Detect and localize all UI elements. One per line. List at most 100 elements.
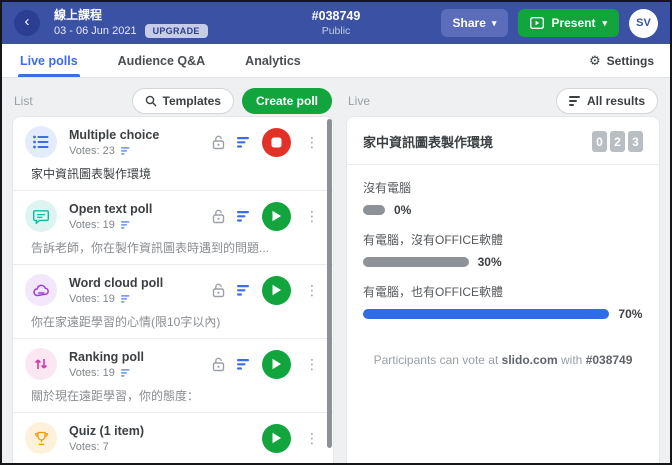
start-poll-button[interactable] [262, 423, 291, 453]
app-window: ‹ 線上課程 03 - 06 Jun 2021 UPGRADE #038749 … [0, 0, 672, 465]
more-options-icon[interactable]: ⋮ [303, 431, 321, 445]
back-chevron-icon: ‹ [24, 13, 30, 30]
poll-votes-label: Votes: 19 [69, 366, 115, 379]
vote-code: #038749 [585, 353, 633, 367]
poll-list-item[interactable]: Ranking poll Votes: 19 ⋮ 關於現在遠距學習，你的態度： [13, 339, 333, 413]
votes-chart-icon [120, 220, 130, 229]
poll-list-item[interactable]: Word cloud poll Votes: 19 ⋮ 你在家遠距學習的心情(限… [13, 265, 333, 339]
votes-chart-icon [120, 368, 130, 377]
option-label: 有電腦，也有OFFICE軟體 [363, 285, 503, 299]
more-options-icon[interactable]: ⋮ [303, 135, 321, 149]
event-code: #038749 [311, 9, 361, 23]
poll-votes-label: Votes: 7 [69, 440, 109, 453]
poll-list-item[interactable]: Multiple choice Votes: 23 ⋮ 家中資訊圖表製作環境 [13, 117, 333, 191]
poll-results-icon[interactable] [237, 210, 250, 222]
create-poll-button[interactable]: Create poll [241, 88, 332, 114]
settings-button[interactable]: ⚙ Settings [589, 44, 654, 77]
poll-results-icon[interactable] [237, 358, 250, 370]
poll-question: 關於現在遠距學習，你的態度： [31, 389, 200, 403]
lock-icon[interactable] [212, 135, 225, 150]
poll-list: Multiple choice Votes: 23 ⋮ 家中資訊圖表製作環境 O… [13, 117, 333, 463]
live-column: Live All results 家中資訊圖表製作環境 023 沒有電腦 0% 有電… [346, 86, 660, 463]
votes-chart-icon [120, 294, 130, 303]
content-area: List Templates Create poll Multiple choi… [2, 78, 670, 463]
event-visibility: Public [321, 25, 351, 37]
event-info: 線上課程 03 - 06 Jun 2021 UPGRADE [54, 8, 208, 38]
poll-question: ▶常識測驗 [31, 461, 321, 463]
present-button-label: Present [551, 16, 596, 30]
poll-title: Multiple choice [69, 127, 160, 142]
counter-digit: 3 [628, 131, 643, 152]
result-bar [363, 205, 385, 215]
poll-question: 告訴老師，你在製作資訊圖表時遇到的問題... [31, 241, 270, 255]
result-bar [363, 309, 610, 319]
vote-counter: 023 [592, 131, 643, 152]
quiz-trophy-icon [25, 422, 57, 454]
start-poll-button[interactable] [262, 349, 291, 379]
start-poll-button[interactable] [262, 275, 291, 305]
search-icon [145, 95, 157, 107]
gear-icon: ⚙ [589, 52, 601, 68]
all-results-button[interactable]: All results [555, 88, 658, 114]
event-title: 線上課程 [54, 8, 103, 22]
present-button[interactable]: Present ▾ [518, 9, 619, 37]
more-options-icon[interactable]: ⋮ [303, 283, 321, 297]
poll-title: Ranking poll [69, 349, 144, 364]
result-option: 有電腦，沒有OFFICE軟體 30% [363, 231, 643, 269]
more-options-icon[interactable]: ⋮ [303, 209, 321, 223]
scrollbar[interactable] [327, 119, 332, 463]
poll-title: Quiz (1 item) [69, 423, 145, 438]
upgrade-badge[interactable]: UPGRADE [144, 24, 208, 38]
lock-icon[interactable] [212, 357, 225, 372]
share-button-label: Share [452, 16, 486, 30]
result-bar [363, 257, 469, 267]
word-cloud-icon [25, 274, 57, 306]
tab-live-polls[interactable]: Live polls [18, 44, 80, 77]
event-code-block: #038749 Public [312, 9, 361, 37]
templates-button[interactable]: Templates [131, 88, 234, 114]
more-options-icon[interactable]: ⋮ [303, 357, 321, 371]
avatar[interactable]: SV [629, 8, 658, 38]
chevron-down-icon: ▾ [602, 17, 607, 28]
tab-audience-qa[interactable]: Audience Q&A [116, 44, 208, 77]
poll-list-item[interactable]: Quiz (1 item) Votes: 7 ⋮ ▶常識測驗 [13, 413, 333, 463]
ranking-icon [25, 348, 57, 380]
votes-chart-icon [120, 146, 130, 155]
poll-results-icon[interactable] [237, 284, 250, 296]
tab-bar: Live polls Audience Q&A Analytics ⚙ Sett… [2, 44, 670, 78]
poll-votes-label: Votes: 19 [69, 218, 115, 231]
option-percentage: 70% [618, 307, 643, 321]
present-icon [530, 17, 545, 29]
live-result-card: 家中資訊圖表製作環境 023 沒有電腦 0% 有電腦，沒有OFFICE軟體 30% 有電… [346, 116, 660, 463]
poll-votes-label: Votes: 23 [69, 144, 115, 157]
poll-question: 你在家遠距學習的心情(限10字以內) [31, 315, 221, 329]
tab-analytics[interactable]: Analytics [243, 44, 303, 77]
poll-title: Word cloud poll [69, 275, 164, 290]
open-text-icon [25, 200, 57, 232]
option-label: 有電腦，沒有OFFICE軟體 [363, 233, 503, 247]
list-heading: List [14, 94, 33, 108]
lock-icon[interactable] [212, 283, 225, 298]
poll-question: 家中資訊圖表製作環境 [31, 167, 152, 181]
poll-list-card: Multiple choice Votes: 23 ⋮ 家中資訊圖表製作環境 O… [12, 116, 334, 463]
result-options: 沒有電腦 0% 有電腦，沒有OFFICE軟體 30% 有電腦，也有OFFICE軟體 70% [347, 165, 659, 335]
stop-poll-button[interactable] [262, 127, 291, 157]
option-label: 沒有電腦 [363, 181, 412, 195]
lock-icon[interactable] [212, 209, 225, 224]
chevron-down-icon: ▾ [491, 17, 497, 28]
option-percentage: 30% [477, 255, 502, 269]
poll-results-icon[interactable] [237, 136, 250, 148]
slido-domain: slido.com [501, 353, 558, 367]
live-heading: Live [348, 94, 371, 108]
poll-list-column: List Templates Create poll Multiple choi… [12, 86, 334, 463]
counter-digit: 0 [592, 131, 607, 152]
start-poll-button[interactable] [262, 201, 291, 231]
event-date: 03 - 06 Jun 2021 [54, 25, 137, 37]
poll-title: Open text poll [69, 201, 153, 216]
result-option: 有電腦，也有OFFICE軟體 70% [363, 283, 643, 321]
back-button[interactable]: ‹ [14, 10, 40, 36]
templates-label: Templates [162, 94, 221, 108]
share-button[interactable]: Share ▾ [440, 9, 509, 37]
poll-list-item[interactable]: Open text poll Votes: 19 ⋮ 告訴老師，你在製作資訊圖表… [13, 191, 333, 265]
active-poll-title: 家中資訊圖表製作環境 [363, 135, 494, 150]
